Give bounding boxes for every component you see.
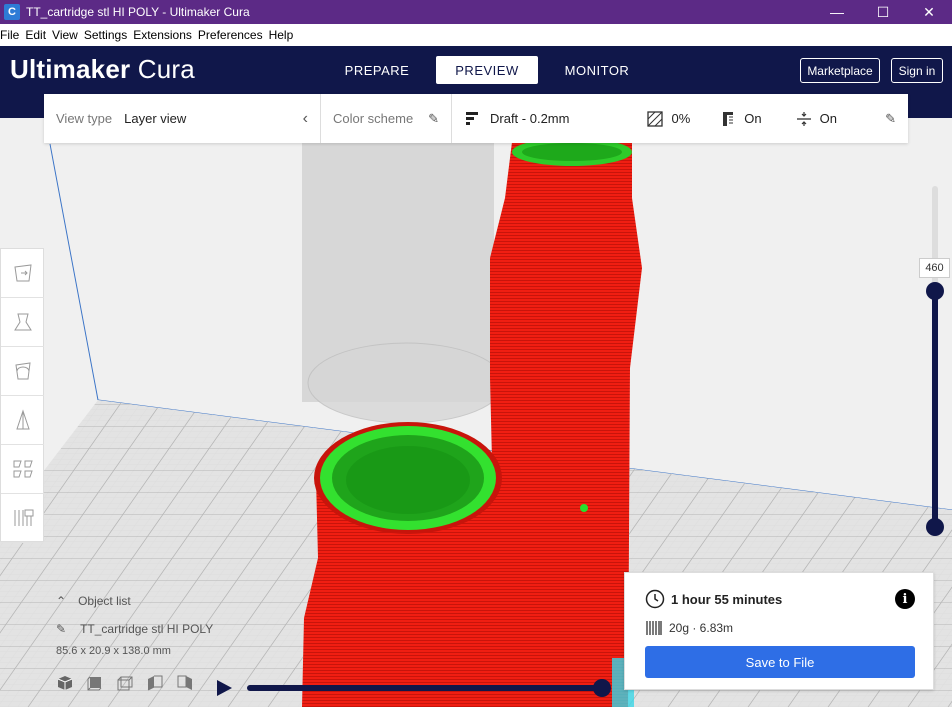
save-to-file-button[interactable]: Save to File (645, 646, 915, 678)
window-title: TT_cartridge stl HI POLY - Ultimaker Cur… (26, 5, 250, 19)
ultimaker-cura-logo: Ultimaker Cura (10, 54, 195, 85)
move-tool-button[interactable] (1, 249, 44, 298)
menu-preferences[interactable]: Preferences (198, 28, 263, 42)
rotate-icon (14, 362, 31, 380)
sign-in-button[interactable]: Sign in (891, 58, 943, 83)
scale-tool-button[interactable] (1, 298, 44, 347)
top-view-icon[interactable] (116, 674, 134, 692)
minimize-button[interactable]: — (814, 0, 860, 24)
filament-spool-icon (646, 621, 662, 635)
menu-view[interactable]: View (52, 28, 78, 42)
chevron-left-icon[interactable]: ‹ (303, 110, 308, 128)
object-info-panel: ⌃ Object list ✎ TT_cartridge stl HI POLY… (56, 590, 213, 662)
object-list-toggle[interactable]: ⌃ Object list (56, 590, 213, 612)
front-view-icon[interactable] (86, 674, 104, 692)
per-model-settings-icon (13, 460, 33, 478)
print-time: 1 hour 55 minutes (671, 591, 783, 607)
camera-view-buttons (56, 674, 206, 692)
material-usage-row: 20g · 6.83m (645, 619, 733, 637)
cura-app-icon: C (4, 4, 20, 20)
logo-product: Cura (137, 54, 195, 84)
tab-preview[interactable]: PREVIEW (436, 56, 538, 84)
print-settings-selector[interactable]: Draft - 0.2mm 0% On On ✎ (452, 94, 908, 143)
mirror-tool-button[interactable] (1, 396, 44, 445)
menu-edit[interactable]: Edit (25, 28, 46, 42)
material-usage: 20g · 6.83m (669, 621, 734, 635)
tab-monitor[interactable]: MONITOR (546, 56, 648, 84)
transform-toolbar (0, 248, 44, 543)
object-list-label: Object list (78, 594, 131, 608)
info-icon[interactable]: i (895, 589, 915, 609)
adhesion-value: On (819, 111, 837, 126)
object-name-row[interactable]: ✎ TT_cartridge stl HI POLY (56, 618, 213, 640)
view-toolbar: View type Layer view ‹ Color scheme ✎ Dr… (44, 94, 908, 143)
layer-slider-lower-handle[interactable] (926, 518, 944, 536)
right-view-icon[interactable] (176, 674, 194, 692)
logo-brand: Ultimaker (10, 54, 131, 84)
window-titlebar: C TT_cartridge stl HI POLY - Ultimaker C… (0, 0, 952, 24)
print-info-panel: 1 hour 55 minutes 20g · 6.83m i Save to … (624, 572, 934, 690)
support-icon (723, 111, 734, 126)
support-blocker-button[interactable] (1, 494, 44, 543)
maximize-button[interactable]: ☐ (860, 0, 906, 24)
view-type-selector[interactable]: View type Layer view ‹ (44, 94, 321, 143)
profile-value: Draft - 0.2mm (490, 111, 570, 126)
menu-bar: File Edit View Settings Extensions Prefe… (0, 24, 952, 46)
clock-icon (645, 589, 665, 609)
pencil-icon[interactable]: ✎ (885, 111, 896, 127)
pencil-icon[interactable]: ✎ (428, 111, 439, 127)
close-button[interactable]: ✕ (906, 0, 952, 24)
tab-prepare[interactable]: PREPARE (326, 56, 428, 84)
path-slider-track[interactable] (247, 685, 603, 691)
chevron-up-icon: ⌃ (56, 594, 67, 608)
support-value: On (744, 111, 762, 126)
menu-file[interactable]: File (0, 28, 19, 42)
layer-number-input[interactable]: 460 (919, 258, 950, 278)
path-slider-handle[interactable] (593, 679, 611, 697)
object-dimensions: 85.6 x 20.9 x 138.0 mm (56, 645, 171, 657)
object-name: TT_cartridge stl HI POLY (80, 622, 214, 636)
infill-value: 0% (671, 111, 691, 126)
3d-view-icon[interactable] (56, 674, 74, 692)
adhesion-icon (796, 111, 811, 126)
scale-icon (13, 313, 32, 331)
menu-extensions[interactable]: Extensions (133, 28, 192, 42)
view-type-label: View type (56, 111, 113, 126)
color-scheme-label: Color scheme (333, 111, 414, 126)
layer-slider-range (932, 290, 938, 531)
left-view-icon[interactable] (146, 674, 164, 692)
layer-slider-upper-handle[interactable] (926, 282, 944, 300)
marketplace-button[interactable]: Marketplace (800, 58, 880, 83)
color-scheme-selector[interactable]: Color scheme ✎ (321, 94, 452, 143)
rotate-tool-button[interactable] (1, 347, 44, 396)
infill-icon (647, 110, 664, 127)
play-icon[interactable] (214, 678, 234, 698)
mirror-icon (15, 409, 30, 430)
per-model-settings-button[interactable] (1, 445, 44, 494)
stage-tabs: PREPARE PREVIEW MONITOR (326, 56, 656, 84)
print-time-row: 1 hour 55 minutes (645, 589, 782, 609)
profile-icon (466, 111, 478, 125)
menu-settings[interactable]: Settings (84, 28, 127, 42)
pencil-icon: ✎ (56, 622, 67, 636)
support-blocker-icon (14, 509, 33, 526)
view-type-value: Layer view (124, 111, 187, 126)
menu-help[interactable]: Help (269, 28, 294, 42)
move-icon (13, 264, 32, 282)
